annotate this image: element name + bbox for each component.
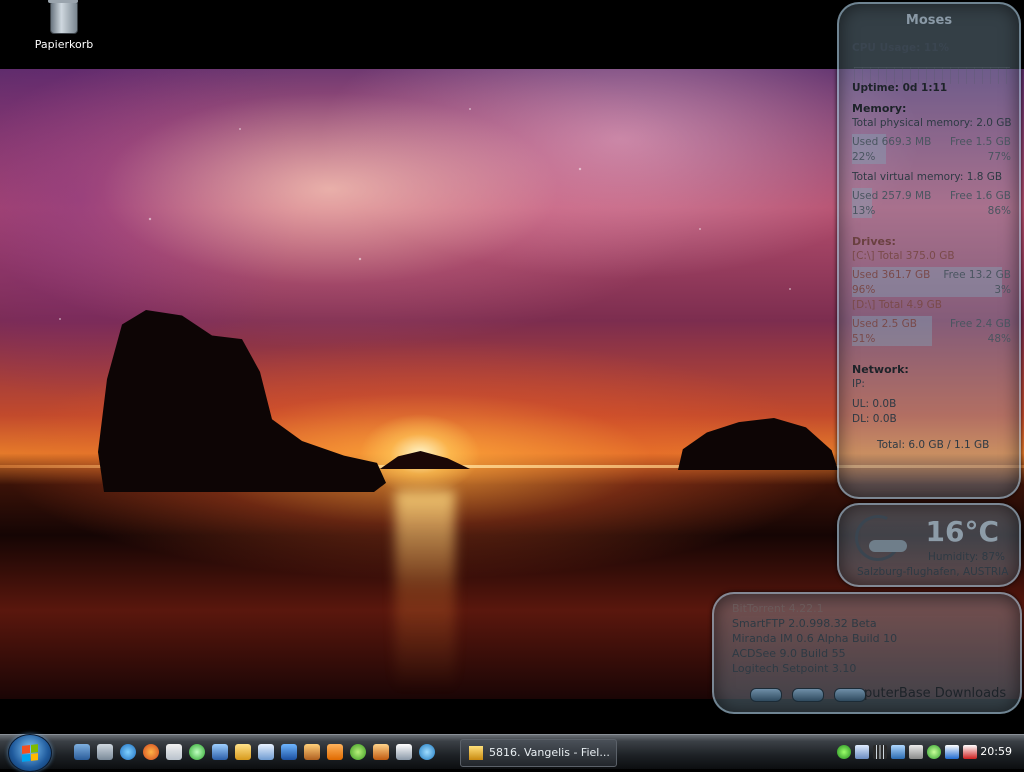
- total-virtual-memory: Total virtual memory: 1.8 GB: [852, 171, 1003, 183]
- physical-free: Free 1.5 GB: [950, 136, 1011, 148]
- memory-header: Memory:: [852, 102, 907, 115]
- drive-c-used: Used 361.7 GB: [852, 269, 931, 281]
- drive-d-free: Free 2.4 GB: [950, 318, 1011, 330]
- widget-refresh-button[interactable]: [792, 688, 824, 702]
- search-icon[interactable]: [419, 744, 435, 760]
- sun-reflection: [395, 490, 455, 690]
- downloads-footer: puterBase Downloads: [864, 686, 1007, 701]
- widget-title: Moses: [905, 13, 953, 28]
- drive-icon[interactable]: [97, 744, 113, 760]
- tray-signal-icon[interactable]: [873, 745, 887, 759]
- drive-d-used: Used 2.5 GB: [852, 318, 917, 330]
- drive-d-used-pct: 51%: [852, 333, 876, 345]
- desktop-icon-recycle-bin[interactable]: Papierkorb: [24, 0, 104, 51]
- tray-antivirus-icon[interactable]: [963, 745, 977, 759]
- winamp-icon: [469, 746, 483, 760]
- vlc-icon[interactable]: [327, 744, 343, 760]
- burn-icon[interactable]: [304, 744, 320, 760]
- temperature: 16°C: [925, 515, 999, 548]
- network-ip: IP:: [852, 378, 865, 390]
- weather-widget[interactable]: 16°C Humidity: 87% Salzburg-flughafen, A…: [837, 503, 1021, 587]
- physical-used-pct: 22%: [852, 151, 876, 163]
- network-header: Network:: [852, 363, 909, 376]
- download-item[interactable]: BitTorrent 4.22.1: [732, 602, 824, 615]
- weather-location: Salzburg-flughafen, AUSTRIA: [857, 566, 1009, 578]
- flashget-icon[interactable]: [235, 744, 251, 760]
- drive-c-free-pct: 3%: [994, 284, 1011, 296]
- drive-d-free-pct: 48%: [987, 333, 1011, 345]
- info-icon[interactable]: [350, 744, 366, 760]
- network-app-icon[interactable]: [258, 744, 274, 760]
- downloads-widget[interactable]: BitTorrent 4.22.1 SmartFTP 2.0.998.32 Be…: [712, 592, 1022, 714]
- show-desktop-icon[interactable]: [74, 744, 90, 760]
- system-monitor-widget[interactable]: Moses CPU Usage: 11% Uptime: 0d 1:11 Mem…: [837, 2, 1021, 499]
- drives-header: Drives:: [852, 235, 896, 248]
- humidity: Humidity: 87%: [927, 551, 1005, 563]
- drive-c-total: [C:\] Total 375.0 GB: [852, 250, 955, 262]
- task-label: 5816. Vangelis - Fiel...: [489, 746, 610, 759]
- uptime: Uptime: 0d 1:11: [852, 82, 948, 94]
- cloud-icon: [869, 540, 907, 552]
- download-item[interactable]: ACDSee 9.0 Build 55: [732, 647, 846, 660]
- tray-network-icon[interactable]: [855, 745, 869, 759]
- tray-update-icon[interactable]: [927, 745, 941, 759]
- tools-icon[interactable]: [396, 744, 412, 760]
- widget-prev-button[interactable]: [750, 688, 782, 702]
- widget-next-button[interactable]: [834, 688, 866, 702]
- virtual-used: Used 257.9 MB: [852, 190, 932, 202]
- virtual-free-pct: 86%: [987, 205, 1011, 217]
- network-total: Total: 6.0 GB / 1.1 GB: [877, 439, 990, 451]
- moon-cloud-icon: [848, 508, 908, 568]
- plane-icon[interactable]: [281, 744, 297, 760]
- tray-app-icon[interactable]: [945, 745, 959, 759]
- network-upload: UL: 0.0B: [852, 398, 897, 410]
- drive-c-used-pct: 96%: [852, 284, 876, 296]
- tray-miranda-icon[interactable]: [837, 745, 851, 759]
- desktop-icon-label: Papierkorb: [34, 38, 94, 51]
- mail-icon[interactable]: [166, 744, 182, 760]
- total-physical-memory: Total physical memory: 2.0 GB: [852, 117, 1012, 129]
- internet-explorer-icon[interactable]: [120, 744, 136, 760]
- taskbar-clock[interactable]: 20:59: [980, 735, 1012, 769]
- tray-hand-icon[interactable]: [891, 745, 905, 759]
- windows-logo-icon: [22, 744, 38, 762]
- network-download: DL: 0.0B: [852, 413, 897, 425]
- tray-volume-icon[interactable]: [909, 745, 923, 759]
- taskbar-task-winamp[interactable]: 5816. Vangelis - Fiel...: [460, 739, 617, 767]
- physical-free-pct: 77%: [987, 151, 1011, 163]
- download-item[interactable]: SmartFTP 2.0.998.32 Beta: [732, 617, 877, 630]
- firefox-icon[interactable]: [143, 744, 159, 760]
- archive-icon[interactable]: [373, 744, 389, 760]
- download-item[interactable]: Miranda IM 0.6 Alpha Build 10: [732, 632, 897, 645]
- miranda-icon[interactable]: [189, 744, 205, 760]
- cpu-usage: CPU Usage: 11%: [852, 42, 950, 54]
- download-item[interactable]: Logitech Setpoint 3.10: [732, 662, 856, 675]
- start-button[interactable]: [8, 734, 52, 772]
- physical-used: Used 669.3 MB: [852, 136, 932, 148]
- hand-icon[interactable]: [212, 744, 228, 760]
- virtual-free: Free 1.6 GB: [950, 190, 1011, 202]
- drive-c-free: Free 13.2 GB: [943, 269, 1011, 281]
- taskbar: 5816. Vangelis - Fiel... 20:59: [0, 734, 1024, 772]
- recycle-bin-icon: [48, 0, 78, 34]
- drive-d-total: [D:\] Total 4.9 GB: [852, 299, 942, 311]
- virtual-used-pct: 13%: [852, 205, 876, 217]
